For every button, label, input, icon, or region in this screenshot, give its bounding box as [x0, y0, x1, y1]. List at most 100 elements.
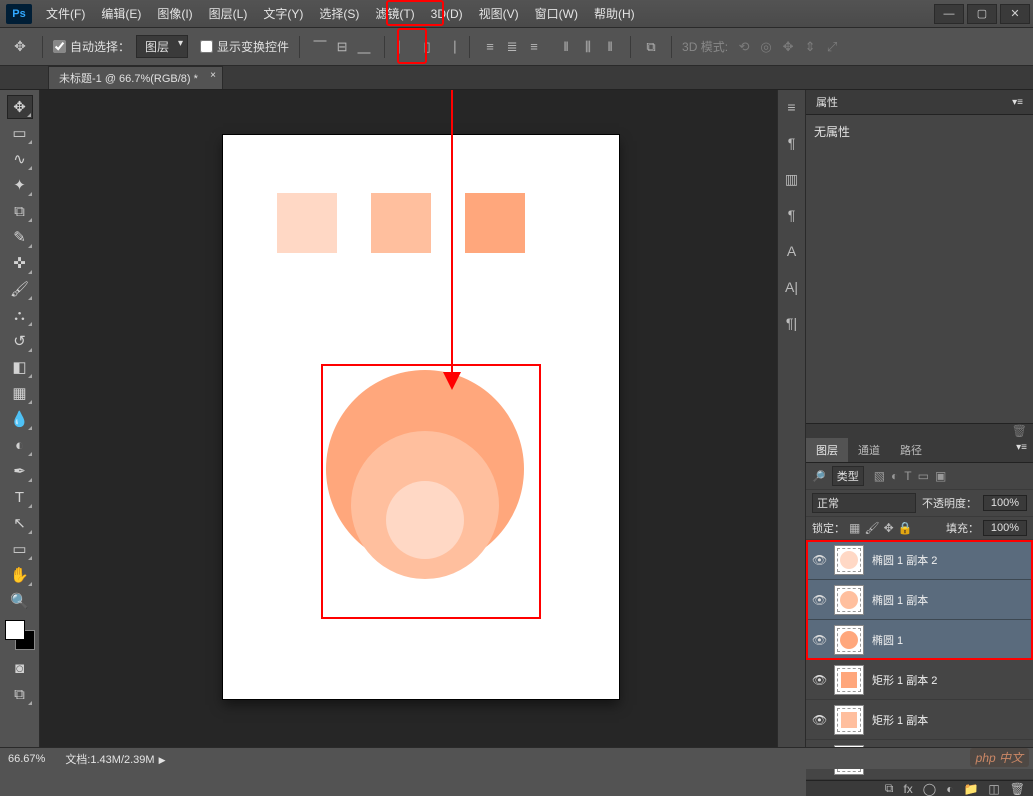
- zoom-level[interactable]: 66.67%: [8, 753, 45, 765]
- layer-row[interactable]: 👁 椭圆 1 副本: [806, 580, 1033, 620]
- tool-lasso[interactable]: ∿: [7, 147, 33, 171]
- dist-bottom-icon[interactable]: ≡: [524, 37, 544, 57]
- tool-history-brush[interactable]: ↺: [7, 329, 33, 353]
- tool-blur[interactable]: 💧: [7, 407, 33, 431]
- layer-name[interactable]: 矩形 1 副本: [872, 712, 928, 728]
- tool-stamp[interactable]: ⛬: [7, 303, 33, 327]
- dock-styles-icon[interactable]: A: [782, 242, 802, 260]
- layers-flyout-icon[interactable]: ▾≡: [1010, 438, 1033, 462]
- align-bottom-icon[interactable]: ⎽: [354, 37, 374, 57]
- shape-ellipse-3[interactable]: [386, 481, 464, 559]
- layer-row[interactable]: 👁 矩形 1 副本: [806, 700, 1033, 740]
- fill-value[interactable]: 100%: [983, 520, 1027, 536]
- menu-image[interactable]: 图像(I): [149, 1, 200, 27]
- layer-thumb[interactable]: [834, 585, 864, 615]
- visibility-icon[interactable]: 👁: [812, 633, 826, 647]
- lock-pos-icon[interactable]: ✥: [884, 521, 894, 535]
- auto-select-check[interactable]: 自动选择：: [53, 38, 130, 55]
- layer-row[interactable]: 👁 矩形 1 副本 2: [806, 660, 1033, 700]
- filter-shape-icon[interactable]: ▭: [918, 469, 929, 483]
- visibility-icon[interactable]: 👁: [812, 553, 826, 567]
- menu-3d[interactable]: 3D(D): [423, 1, 471, 27]
- align-left-icon[interactable]: ⎸: [395, 37, 415, 57]
- dock-history-icon[interactable]: ≡: [782, 98, 802, 116]
- dock-para-icon[interactable]: ¶: [782, 206, 802, 224]
- align-top-icon[interactable]: ⎺: [310, 37, 330, 57]
- filter-smart-icon[interactable]: ▣: [935, 469, 946, 483]
- menu-edit[interactable]: 编辑(E): [93, 1, 149, 27]
- 3d-pan-icon[interactable]: ✥: [778, 37, 798, 57]
- show-transform-checkbox[interactable]: [200, 40, 213, 53]
- minimize-button[interactable]: —: [934, 4, 964, 24]
- menu-view[interactable]: 视图(V): [471, 1, 527, 27]
- auto-select-checkbox[interactable]: [53, 40, 66, 53]
- tool-eraser[interactable]: ◧: [7, 355, 33, 379]
- filter-type-icon[interactable]: T: [904, 469, 911, 483]
- layer-name[interactable]: 椭圆 1: [872, 632, 903, 648]
- filter-kind-icon[interactable]: 🔎: [812, 470, 826, 483]
- shape-rect-2[interactable]: [371, 193, 431, 253]
- adjustment-icon[interactable]: ◐: [946, 782, 953, 796]
- 3d-scale-icon[interactable]: ⤢: [822, 37, 842, 57]
- mask-icon[interactable]: ◯: [923, 782, 936, 796]
- 3d-orbit-icon[interactable]: ⟲: [734, 37, 754, 57]
- group-icon[interactable]: 📁: [963, 782, 978, 796]
- tool-gradient[interactable]: ▦: [7, 381, 33, 405]
- canvas-area[interactable]: [40, 90, 777, 747]
- dist-top-icon[interactable]: ≡: [480, 37, 500, 57]
- layer-name[interactable]: 矩形 1 副本 2: [872, 672, 937, 688]
- visibility-icon[interactable]: 👁: [812, 713, 826, 727]
- doc-size[interactable]: 文档:1.43M/2.39M▶: [65, 751, 165, 767]
- tool-crop[interactable]: ⧉: [7, 199, 33, 223]
- new-layer-icon[interactable]: ◫: [988, 782, 999, 796]
- tool-patch[interactable]: ✜: [7, 251, 33, 275]
- dist-right-icon[interactable]: ‖: [600, 37, 620, 57]
- tab-channels[interactable]: 通道: [848, 438, 890, 462]
- layer-thumb[interactable]: [834, 665, 864, 695]
- properties-flyout-icon[interactable]: ▾≡: [1012, 97, 1023, 108]
- tool-marquee[interactable]: ▭: [7, 121, 33, 145]
- layer-thumb[interactable]: [834, 705, 864, 735]
- auto-select-target-dropdown[interactable]: 图层: [136, 35, 188, 58]
- dist-left-icon[interactable]: ‖: [556, 37, 576, 57]
- show-transform-check[interactable]: 显示变换控件: [200, 38, 289, 55]
- auto-align-icon[interactable]: ⧉: [641, 37, 661, 57]
- filter-pixel-icon[interactable]: ▧: [874, 469, 885, 483]
- tool-shape[interactable]: ▭: [7, 537, 33, 561]
- opacity-value[interactable]: 100%: [983, 495, 1027, 511]
- tool-hand[interactable]: ✋: [7, 563, 33, 587]
- filter-adjust-icon[interactable]: ◐: [891, 469, 898, 483]
- delete-layer-icon[interactable]: 🗑: [1010, 782, 1025, 796]
- fx-icon[interactable]: fx: [903, 782, 912, 796]
- maximize-button[interactable]: ▢: [967, 4, 997, 24]
- shape-rect-3[interactable]: [465, 193, 525, 253]
- menu-select[interactable]: 选择(S): [311, 1, 367, 27]
- tool-pen[interactable]: ✒: [7, 459, 33, 483]
- menu-filter[interactable]: 滤镜(T): [367, 1, 422, 27]
- tool-quickmask[interactable]: ◙: [7, 656, 33, 680]
- lock-trans-icon[interactable]: ▦: [849, 521, 860, 535]
- link-layers-icon[interactable]: ⧉: [885, 781, 894, 796]
- tool-screenmode[interactable]: ⧉: [7, 682, 33, 706]
- menu-window[interactable]: 窗口(W): [527, 1, 586, 27]
- tab-paths[interactable]: 路径: [890, 438, 932, 462]
- 3d-slide-icon[interactable]: ⇕: [800, 37, 820, 57]
- color-swatches[interactable]: [5, 620, 35, 650]
- tool-move[interactable]: ✥: [7, 95, 33, 119]
- close-button[interactable]: ✕: [1000, 4, 1030, 24]
- layer-row[interactable]: 👁 椭圆 1: [806, 620, 1033, 660]
- dock-char-icon[interactable]: ¶: [782, 134, 802, 152]
- tool-dodge[interactable]: ◐: [7, 433, 33, 457]
- tool-type[interactable]: T: [7, 485, 33, 509]
- blend-mode-dropdown[interactable]: 正常: [812, 493, 916, 513]
- visibility-icon[interactable]: 👁: [812, 673, 826, 687]
- tab-layers[interactable]: 图层: [806, 438, 848, 462]
- filter-kind-dropdown[interactable]: 类型: [832, 466, 864, 486]
- fg-color-swatch[interactable]: [5, 620, 25, 640]
- tool-brush[interactable]: 🖌: [7, 277, 33, 301]
- dist-hcenter-icon[interactable]: ⫼: [578, 37, 598, 57]
- align-vcenter-icon[interactable]: ⊟: [332, 37, 352, 57]
- layer-row[interactable]: 👁 椭圆 1 副本 2: [806, 540, 1033, 580]
- tool-wand[interactable]: ✦: [7, 173, 33, 197]
- menu-type[interactable]: 文字(Y): [255, 1, 311, 27]
